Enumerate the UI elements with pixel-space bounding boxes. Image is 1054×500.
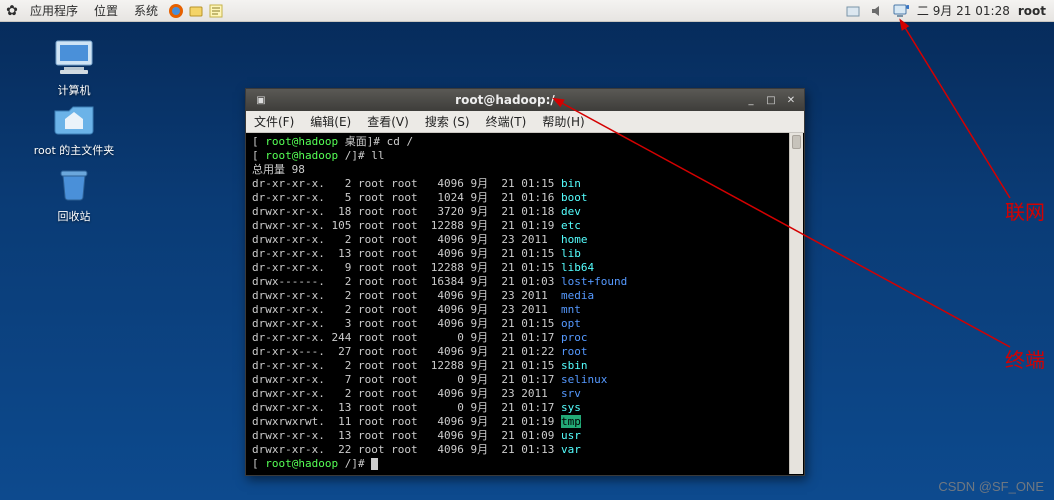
term-menu-edit[interactable]: 编辑(E): [302, 113, 359, 130]
clock[interactable]: 二 9月 21 01:28: [917, 2, 1010, 19]
network-icon[interactable]: [893, 3, 909, 19]
top-panel: ✿ 应用程序 位置 系统 二 9月 21 01:28 root: [0, 0, 1054, 22]
desktop-icon-label: 回收站: [34, 208, 114, 224]
window-menu-icon[interactable]: ▣: [252, 93, 270, 107]
term-menu-view[interactable]: 查看(V): [359, 113, 417, 130]
terminal-menubar: 文件(F) 编辑(E) 查看(V) 搜索 (S) 终端(T) 帮助(H): [246, 111, 804, 133]
distro-logo-icon: ✿: [4, 3, 20, 19]
computer-icon: [50, 38, 98, 78]
menu-system[interactable]: 系统: [128, 2, 164, 19]
user-menu[interactable]: root: [1018, 4, 1046, 18]
desktop-icon-home[interactable]: root 的主文件夹: [26, 98, 122, 158]
terminal-scrollbar[interactable]: [789, 133, 803, 474]
terminal-body[interactable]: [ root@hadoop 桌面]# cd / [ root@hadoop /]…: [246, 133, 804, 475]
desktop-icon-label: root 的主文件夹: [26, 142, 122, 158]
menu-applications[interactable]: 应用程序: [24, 2, 84, 19]
desktop-icon-label: 计算机: [34, 82, 114, 98]
annotation-terminal: 终端: [1005, 344, 1045, 373]
panel-right: 二 9月 21 01:28 root: [845, 2, 1054, 19]
firefox-icon[interactable]: [168, 3, 184, 19]
term-menu-file[interactable]: 文件(F): [246, 113, 302, 130]
desktop-icon-trash[interactable]: 回收站: [34, 164, 114, 224]
term-menu-search[interactable]: 搜索 (S): [417, 113, 478, 130]
term-menu-help[interactable]: 帮助(H): [534, 113, 592, 130]
notes-icon[interactable]: [208, 3, 224, 19]
scrollbar-thumb[interactable]: [792, 135, 801, 149]
terminal-window[interactable]: ▣ root@hadoop:/ _ □ ✕ 文件(F) 编辑(E) 查看(V) …: [245, 88, 805, 476]
volume-icon[interactable]: [869, 3, 885, 19]
panel-left: ✿ 应用程序 位置 系统: [0, 2, 224, 19]
terminal-title: root@hadoop:/: [270, 93, 740, 107]
annotation-network: 联网: [1005, 196, 1045, 225]
desktop-icon-computer[interactable]: 计算机: [34, 38, 114, 98]
app-launcher-icon[interactable]: [188, 3, 204, 19]
update-icon[interactable]: [845, 3, 861, 19]
term-menu-terminal[interactable]: 终端(T): [478, 113, 535, 130]
watermark: CSDN @SF_ONE: [938, 479, 1044, 494]
maximize-button[interactable]: □: [762, 93, 780, 107]
close-button[interactable]: ✕: [782, 93, 800, 107]
minimize-button[interactable]: _: [742, 93, 760, 107]
terminal-titlebar[interactable]: ▣ root@hadoop:/ _ □ ✕: [246, 89, 804, 111]
menu-places[interactable]: 位置: [88, 2, 124, 19]
home-folder-icon: [50, 98, 98, 138]
trash-icon: [50, 164, 98, 204]
